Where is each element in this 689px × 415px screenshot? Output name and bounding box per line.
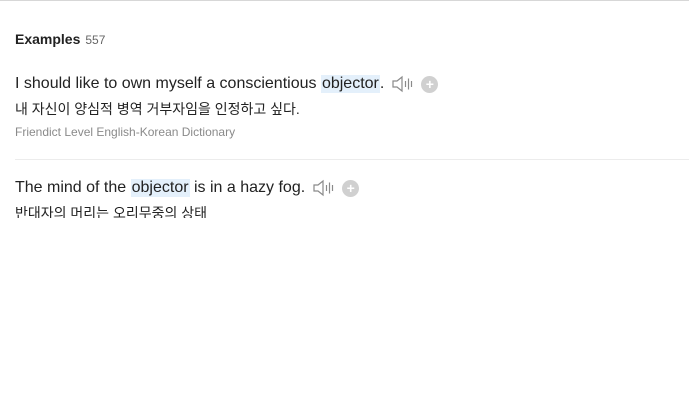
example-item: The mind of the objector is in a hazy fo… <box>15 176 689 218</box>
example-sentence: The mind of the objector is in a hazy fo… <box>15 176 689 200</box>
example-source[interactable]: Friendict Level English-Korean Dictionar… <box>15 125 689 139</box>
examples-panel: Examples 557 I should like to own myself… <box>0 0 689 415</box>
example-divider <box>15 159 689 160</box>
speaker-icon[interactable] <box>391 75 415 93</box>
section-title: Examples <box>15 31 81 47</box>
sentence-text-after: is in a hazy fog. <box>189 179 306 196</box>
highlighted-keyword[interactable]: objector <box>130 179 190 197</box>
speaker-icon[interactable] <box>312 179 336 197</box>
add-to-wordbook-button[interactable]: + <box>421 75 439 93</box>
example-sentence: I should like to own myself a conscienti… <box>15 72 689 96</box>
example-translation: 내 자신이 양심적 병역 거부자임을 인정하고 싶다. <box>15 101 300 117</box>
examples-header: Examples 557 <box>15 31 105 47</box>
sentence-text-before: The mind of the <box>15 179 131 196</box>
sentence-text-before: I should like to own myself a conscienti… <box>15 75 321 92</box>
sentence-text-after: . <box>379 75 385 92</box>
example-item: I should like to own myself a conscienti… <box>15 72 689 139</box>
highlighted-keyword[interactable]: objector <box>320 75 380 93</box>
add-to-wordbook-button[interactable]: + <box>342 179 360 197</box>
example-translation: 반대자의 머리는 오리무중의 상태 <box>15 205 207 218</box>
examples-count: 557 <box>85 33 106 47</box>
